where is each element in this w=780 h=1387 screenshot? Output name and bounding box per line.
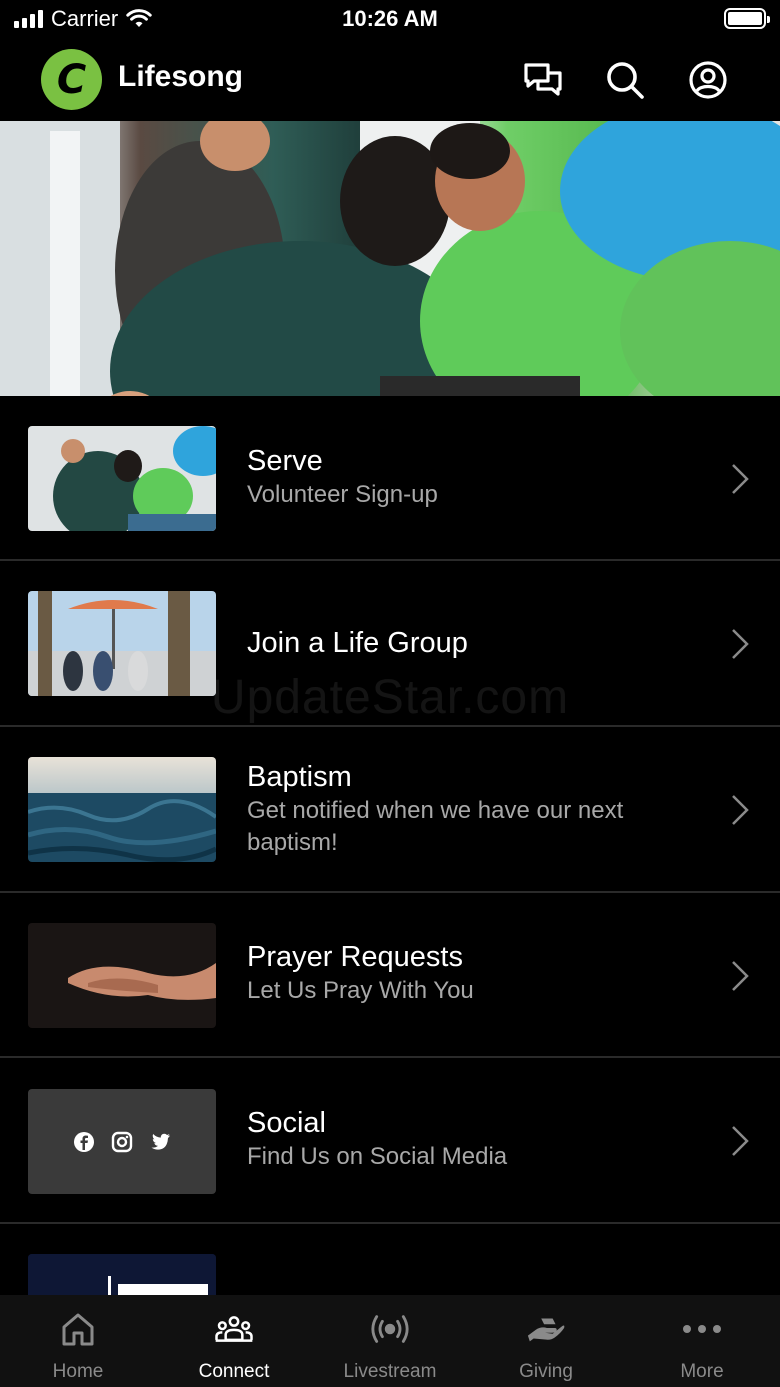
tab-label: Giving xyxy=(519,1361,573,1382)
logo-letter: C xyxy=(56,56,87,103)
instagram-icon xyxy=(111,1131,133,1152)
tab-home[interactable]: Home xyxy=(0,1295,156,1387)
search-icon[interactable] xyxy=(603,58,647,102)
giving-hand-icon xyxy=(526,1311,566,1347)
list-item-subtitle: Let Us Pray With You xyxy=(247,977,474,1004)
serve-thumbnail xyxy=(28,426,216,531)
list-item-subtitle: Find Us on Social Media xyxy=(247,1143,508,1170)
list-item-serve[interactable]: Serve Volunteer Sign-up xyxy=(0,396,780,561)
twitter-icon xyxy=(151,1133,170,1150)
profile-icon[interactable] xyxy=(686,58,730,102)
prayer-text: Prayer Requests Let Us Pray With You xyxy=(247,939,667,1007)
status-time: 10:26 AM xyxy=(342,6,438,31)
baptism-thumbnail xyxy=(28,757,216,862)
list-item-title: Prayer Requests xyxy=(247,941,463,973)
list-item-partial[interactable] xyxy=(0,1224,780,1304)
hero-photo-illustration xyxy=(0,121,780,396)
hero-image xyxy=(0,121,780,396)
tab-label: More xyxy=(680,1361,724,1382)
app-header: C Lifesong xyxy=(0,40,780,120)
status-bar: Carrier 10:26 AM xyxy=(0,0,780,40)
app-logo: C xyxy=(41,49,102,110)
list-item-prayer-requests[interactable]: Prayer Requests Let Us Pray With You xyxy=(0,893,780,1058)
list-item-title: Baptism xyxy=(247,761,352,793)
chevron-right-icon xyxy=(732,629,749,659)
chevron-right-icon xyxy=(732,464,749,494)
tab-livestream[interactable]: Livestream xyxy=(312,1295,468,1387)
list-item-title: Join a Life Group xyxy=(247,627,468,659)
broadcast-icon xyxy=(370,1311,410,1347)
chat-icon[interactable] xyxy=(521,58,565,102)
life-group-text: Join a Life Group xyxy=(247,625,667,661)
partial-thumbnail xyxy=(28,1254,216,1295)
tab-connect[interactable]: Connect xyxy=(156,1295,312,1387)
life-group-thumbnail xyxy=(28,591,216,696)
prayer-thumbnail xyxy=(28,923,216,1028)
battery-icon xyxy=(724,8,770,29)
facebook-icon xyxy=(74,1131,94,1152)
social-text: Social Find Us on Social Media xyxy=(247,1105,667,1173)
social-thumbnail xyxy=(28,1089,216,1194)
tab-giving[interactable]: Giving xyxy=(468,1295,624,1387)
chevron-right-icon xyxy=(732,961,749,991)
list-item-social[interactable]: Social Find Us on Social Media xyxy=(0,1058,780,1224)
tab-more[interactable]: More xyxy=(624,1295,780,1387)
chevron-right-icon xyxy=(732,795,749,825)
tab-label: Home xyxy=(52,1361,104,1382)
more-dots-icon xyxy=(682,1311,722,1347)
list-item-life-group[interactable]: Join a Life Group xyxy=(0,561,780,727)
home-icon xyxy=(58,1311,98,1347)
tab-bar: Home Connect Livestream Giving More xyxy=(0,1295,780,1387)
chevron-right-icon xyxy=(732,1126,749,1156)
serve-text: Serve Volunteer Sign-up xyxy=(247,443,667,511)
list-item-subtitle: Get notified when we have our next bapti… xyxy=(247,797,624,856)
people-icon xyxy=(214,1311,254,1347)
tab-label: Livestream xyxy=(343,1361,437,1382)
list-item-subtitle: Volunteer Sign-up xyxy=(247,481,438,508)
tab-label: Connect xyxy=(198,1361,270,1382)
list-item-title: Social xyxy=(247,1107,326,1139)
list-item-title: Serve xyxy=(247,445,323,477)
baptism-text: Baptism Get notified when we have our ne… xyxy=(247,759,667,859)
app-title: Lifesong xyxy=(118,60,243,93)
list-item-baptism[interactable]: Baptism Get notified when we have our ne… xyxy=(0,727,780,893)
